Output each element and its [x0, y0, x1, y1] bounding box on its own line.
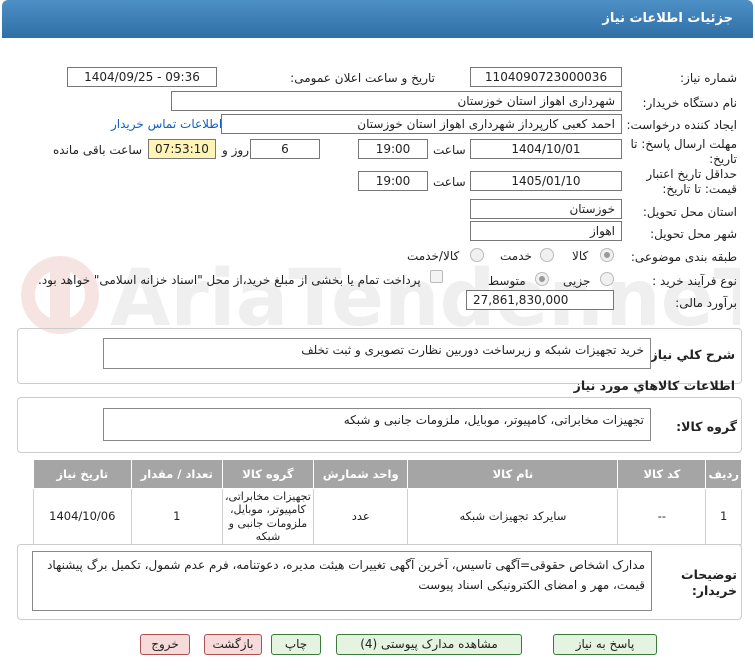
col-unit: واحد شمارش	[313, 459, 409, 489]
col-group: گروه کالا	[221, 459, 315, 489]
cell-name: سایرکد تجهیزات شبکه	[407, 488, 619, 545]
cell-group: تجهیزات مخابراتی، کامپیوتر، موبایل، ملزو…	[221, 488, 315, 545]
announce-label: تاریخ و ساعت اعلان عمومی:	[290, 71, 435, 85]
cell-quantity: 1	[130, 488, 223, 545]
print-button[interactable]: چاپ	[271, 634, 321, 655]
deadline-label-2: تاریخ:	[709, 152, 737, 166]
validity-time-field: 19:00	[358, 171, 428, 191]
category-radio-goods[interactable]	[600, 248, 614, 262]
buyer-org-label: نام دستگاه خریدار:	[642, 96, 738, 110]
page-header: جزئیات اطلاعات نیاز	[2, 0, 753, 38]
view-attachments-button[interactable]: مشاهده مدارک پیوستی (4)	[336, 634, 522, 655]
reply-button[interactable]: پاسخ به نیاز	[553, 634, 657, 655]
goods-section-title: اطلاعات کالاهاي مورد نياز	[573, 378, 735, 393]
category-radio-goods-service[interactable]	[470, 248, 484, 262]
buyer-org-field: شهرداری اهواز استان خوزستان	[171, 91, 622, 111]
need-number-field: 1104090723000036	[470, 67, 622, 87]
days-field: 6	[250, 139, 320, 159]
deadline-label-1: مهلت ارسال پاسخ: تا	[630, 137, 737, 151]
cell-need-date: 1404/10/06	[33, 488, 132, 545]
description-field: خرید تجهیزات شبکه و زیرساخت دوربین نظارت…	[103, 338, 651, 369]
page-title: جزئیات اطلاعات نیاز	[602, 11, 733, 26]
category-option-goods-service: کالا/خدمت	[407, 249, 460, 263]
process-radio-medium[interactable]	[535, 272, 549, 286]
creator-label: ایجاد کننده درخواست:	[626, 118, 737, 132]
days-label: روز و	[222, 143, 249, 157]
col-code: کد کالا	[617, 459, 707, 489]
col-need-date: تاریخ نیاز	[33, 459, 132, 489]
province-field: خوزستان	[470, 199, 622, 219]
need-number-label: شماره نیاز:	[680, 71, 737, 85]
deadline-date-field: 1404/10/01	[470, 139, 622, 159]
goods-table: ردیف کد کالا نام کالا واحد شمارش گروه کا…	[33, 459, 742, 545]
cell-unit: عدد	[313, 488, 409, 545]
validity-date-field: 1405/01/10	[470, 171, 622, 191]
validity-label-1: حداقل تاریخ اعتبار	[646, 167, 737, 181]
payment-note: پرداخت تمام یا بخشی از مبلغ خرید،از محل …	[38, 273, 421, 287]
remaining-time-label: ساعت باقی مانده	[53, 143, 143, 157]
cell-row: 1	[705, 488, 742, 545]
treasury-payment-checkbox[interactable]	[430, 270, 443, 283]
contact-info-link[interactable]: اطلاعات تماس خریدار	[111, 117, 222, 131]
goods-group-field: تجهیزات مخابراتی، کامپیوتر، موبایل، ملزو…	[103, 408, 651, 441]
buyer-notes-label: توضیحات خریدار:	[681, 567, 737, 599]
back-button[interactable]: بازگشت	[204, 634, 262, 655]
budget-field: 27,861,830,000	[466, 290, 614, 310]
deadline-time-label: ساعت	[433, 143, 466, 157]
description-label: شرح کلي نياز:	[645, 347, 735, 362]
process-option-minor: جزیی	[563, 274, 591, 288]
city-label: شهر محل تحویل:	[650, 227, 737, 241]
announce-value: 1404/09/25 - 09:36	[84, 70, 200, 84]
col-name: نام کالا	[407, 459, 619, 489]
goods-table-header: ردیف کد کالا نام کالا واحد شمارش گروه کا…	[33, 459, 742, 489]
province-label: استان محل تحویل:	[642, 205, 737, 219]
city-field: اهواز	[470, 221, 622, 241]
process-radio-minor[interactable]	[600, 272, 614, 286]
cell-code: --	[617, 488, 707, 545]
remaining-time-field: 07:53:10	[148, 139, 216, 159]
table-row: 1 -- سایرکد تجهیزات شبکه عدد تجهیزات مخا…	[33, 488, 742, 545]
process-label: نوع فرآیند خرید :	[652, 274, 737, 288]
process-option-medium: متوسط	[488, 274, 526, 288]
creator-field: احمد کعبی کارپرداز شهرداری اهواز استان خ…	[221, 114, 622, 134]
col-quantity: تعداد / مقدار	[130, 459, 223, 489]
category-radio-service[interactable]	[540, 248, 554, 262]
category-option-goods: کالا	[572, 249, 589, 263]
goods-group-label: گروه کالا:	[676, 419, 737, 434]
announce-field: 1404/09/25 - 09:36	[67, 67, 217, 87]
deadline-time-field: 19:00	[358, 139, 428, 159]
col-row: ردیف	[705, 459, 742, 489]
budget-label: برآورد مالی:	[675, 296, 737, 310]
category-option-service: خدمت	[500, 249, 532, 263]
validity-time-label: ساعت	[433, 175, 466, 189]
budget-value: 27,861,830,000	[473, 293, 569, 307]
validity-label-2: قیمت: تا تاریخ:	[662, 182, 737, 196]
category-label: طبقه بندی موضوعی:	[630, 250, 737, 264]
buyer-notes-field: مدارک اشخاص حقوقی=آگهی تاسیس، آخرین آگهی…	[32, 551, 652, 611]
exit-button[interactable]: خروج	[140, 634, 190, 655]
